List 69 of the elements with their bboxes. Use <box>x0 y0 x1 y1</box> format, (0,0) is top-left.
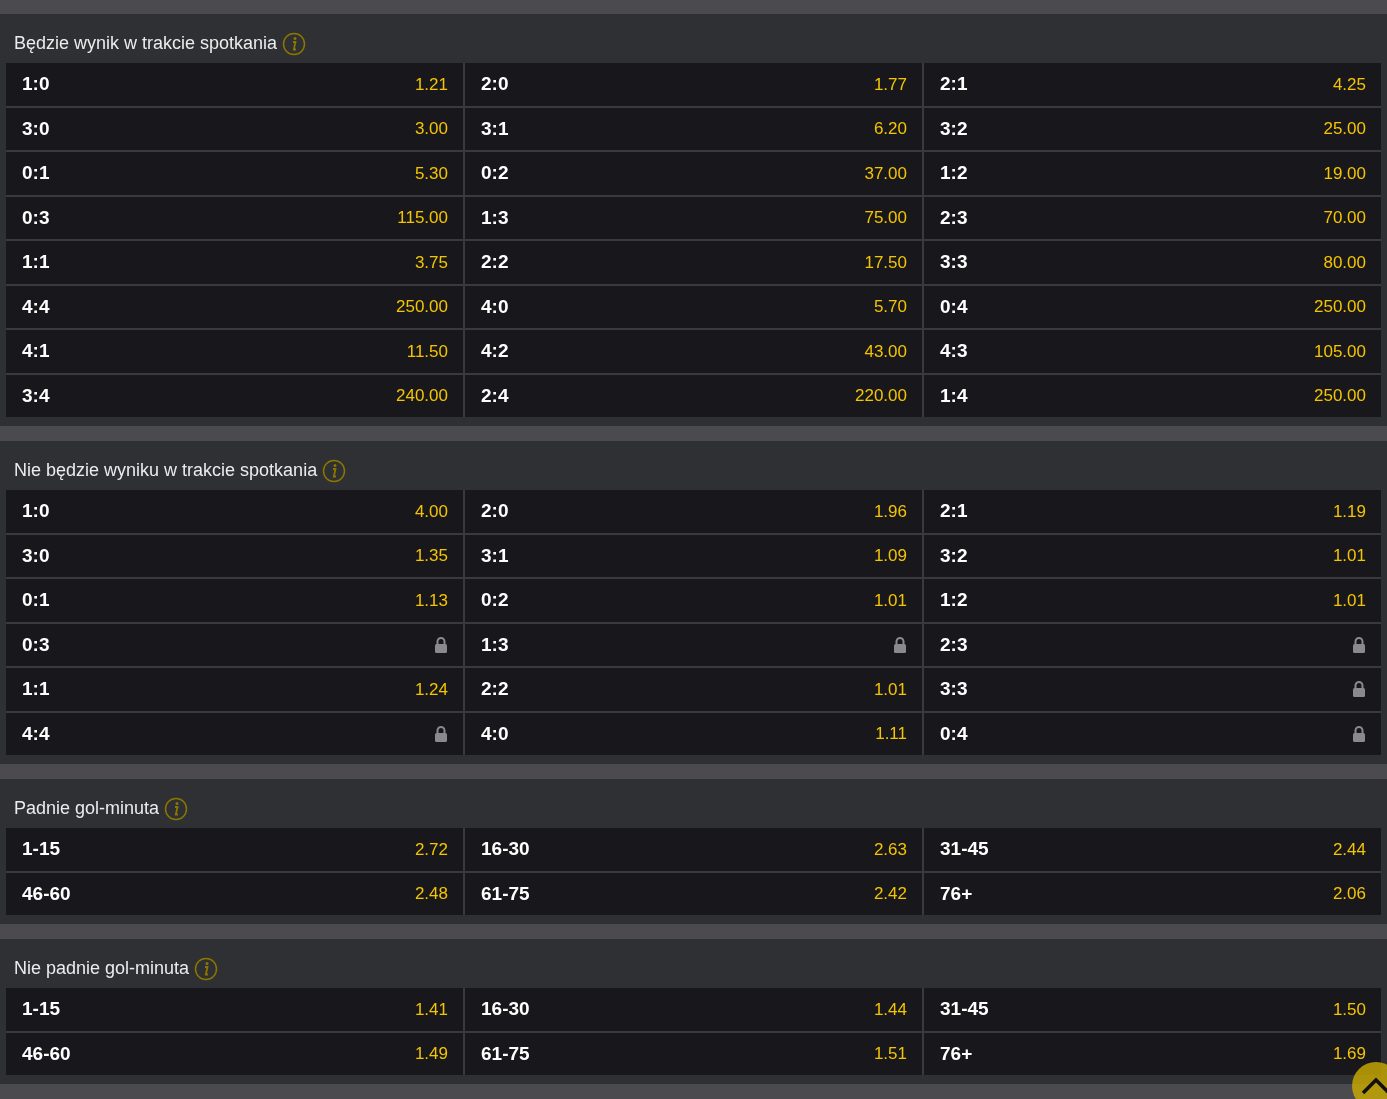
odds-button[interactable]: 16-30 1.44 <box>465 988 922 1031</box>
odds-button[interactable]: 1-15 2.72 <box>6 828 463 871</box>
section-title: Nie będzie wyniku w trakcie spotkania <box>14 459 318 482</box>
odds-button[interactable]: 0:4 250.00 <box>924 285 1381 328</box>
odds-button[interactable]: 2:1 1.19 <box>924 490 1381 533</box>
lock-icon <box>1352 681 1366 698</box>
odds-button[interactable]: 76+ 2.06 <box>924 872 1381 915</box>
odds-button[interactable]: 4:3 105.00 <box>924 330 1381 373</box>
odds-button[interactable]: 1:2 19.00 <box>924 152 1381 195</box>
odds-button[interactable]: 2:2 17.50 <box>465 241 922 284</box>
lock-icon <box>1352 725 1366 742</box>
odds-button[interactable]: 3:2 25.00 <box>924 107 1381 150</box>
odds-button[interactable]: 3:3 <box>924 668 1381 711</box>
info-icon[interactable] <box>194 956 219 981</box>
odds-button[interactable]: 0:3 115.00 <box>6 196 463 239</box>
info-icon[interactable] <box>322 458 347 483</box>
odds-button[interactable]: 2:4 220.00 <box>465 374 922 417</box>
odds-button[interactable]: 76+ 1.69 <box>924 1032 1381 1075</box>
lock-icon <box>893 636 907 653</box>
odds-button[interactable]: 4:1 11.50 <box>6 330 463 373</box>
odds-button[interactable]: 4:4 <box>6 712 463 755</box>
odds-button[interactable]: 61-75 2.42 <box>465 872 922 915</box>
odds-button[interactable]: 1:0 4.00 <box>6 490 463 533</box>
odds-button[interactable]: 0:3 <box>6 623 463 666</box>
odds-button[interactable]: 61-75 1.51 <box>465 1032 922 1075</box>
odds-button[interactable]: 0:4 <box>924 712 1381 755</box>
odds-button[interactable]: 1:0 1.21 <box>6 63 463 106</box>
section-title: Będzie wynik w trakcie spotkania <box>14 32 278 55</box>
odds-button[interactable]: 4:0 1.11 <box>465 712 922 755</box>
odds-button[interactable]: 3:0 1.35 <box>6 534 463 577</box>
lock-icon <box>1352 636 1366 653</box>
odds-button[interactable]: 1-15 1.41 <box>6 988 463 1031</box>
odds-button[interactable]: 3:0 3.00 <box>6 107 463 150</box>
odds-button[interactable]: 0:2 1.01 <box>465 579 922 622</box>
odds-button[interactable]: 0:1 5.30 <box>6 152 463 195</box>
lock-icon <box>434 725 448 742</box>
section-title: Nie padnie gol-minuta <box>14 957 190 980</box>
odds-button[interactable]: 46-60 2.48 <box>6 872 463 915</box>
odds-button[interactable]: 31-45 1.50 <box>924 988 1381 1031</box>
odds-button[interactable]: 3:1 1.09 <box>465 534 922 577</box>
odds-button[interactable]: 2:0 1.96 <box>465 490 922 533</box>
odds-button[interactable]: 1:1 1.24 <box>6 668 463 711</box>
odds-button[interactable]: 46-60 1.49 <box>6 1032 463 1075</box>
odds-button[interactable]: 4:4 250.00 <box>6 285 463 328</box>
info-icon[interactable] <box>282 31 307 56</box>
odds-button[interactable]: 0:2 37.00 <box>465 152 922 195</box>
odds-button[interactable]: 1:4 250.00 <box>924 374 1381 417</box>
odds-button[interactable]: 4:2 43.00 <box>465 330 922 373</box>
lock-icon <box>434 636 448 653</box>
odds-button[interactable]: 3:4 240.00 <box>6 374 463 417</box>
odds-button[interactable]: 2:3 70.00 <box>924 196 1381 239</box>
odds-button[interactable]: 31-45 2.44 <box>924 828 1381 871</box>
odds-button[interactable]: 2:3 <box>924 623 1381 666</box>
odds-button[interactable]: 3:1 6.20 <box>465 107 922 150</box>
odds-button[interactable]: 16-30 2.63 <box>465 828 922 871</box>
section-title: Padnie gol-minuta <box>14 797 160 820</box>
odds-button[interactable]: 2:1 4.25 <box>924 63 1381 106</box>
odds-button[interactable]: 3:2 1.01 <box>924 534 1381 577</box>
odds-button[interactable]: 0:1 1.13 <box>6 579 463 622</box>
odds-button[interactable]: 1:3 75.00 <box>465 196 922 239</box>
chevron-up-icon <box>1360 1076 1387 1096</box>
odds-button[interactable]: 1:1 3.75 <box>6 241 463 284</box>
odds-button[interactable]: 2:0 1.77 <box>465 63 922 106</box>
odds-button[interactable]: 2:2 1.01 <box>465 668 922 711</box>
odds-button[interactable]: 1:2 1.01 <box>924 579 1381 622</box>
odds-button[interactable]: 4:0 5.70 <box>465 285 922 328</box>
info-icon[interactable] <box>164 796 189 821</box>
odds-button[interactable]: 3:3 80.00 <box>924 241 1381 284</box>
odds-button[interactable]: 1:3 <box>465 623 922 666</box>
